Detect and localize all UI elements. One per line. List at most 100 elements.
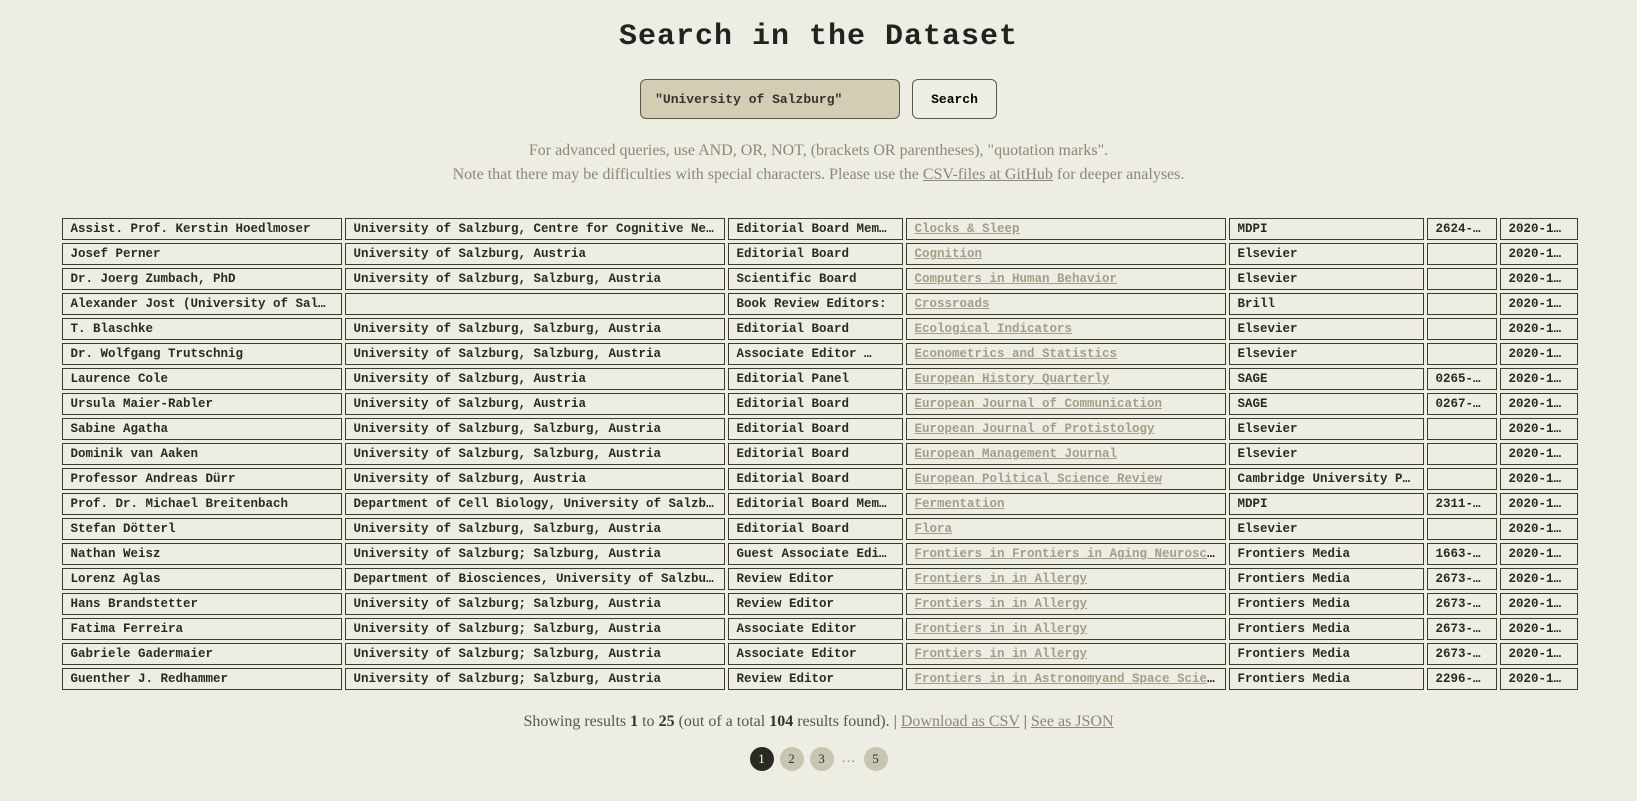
results-table: Assist. Prof. Kerstin Hoedlmoser Universi…: [59, 215, 1581, 693]
affiliation-cell: [345, 293, 725, 315]
csv-github-link[interactable]: CSV-files at GitHub: [923, 166, 1053, 183]
summary-total: 104: [769, 713, 793, 730]
affiliation-cell: University of Salzburg; Salzburg, Austri…: [345, 593, 725, 615]
publisher-cell: Elsevier: [1229, 443, 1424, 465]
date-cell: 2020-12-14: [1500, 468, 1578, 490]
page-5-button[interactable]: 5: [864, 747, 888, 771]
journal-link[interactable]: European Journal of Protistology: [915, 422, 1155, 436]
affiliation-cell: University of Salzburg, Salzburg, Austri…: [345, 343, 725, 365]
page-3-button[interactable]: 3: [810, 747, 834, 771]
table-row: Fatima FerreiraUniversity of Salzburg; S…: [62, 618, 1578, 640]
date-cell: 2020-12-16: [1500, 443, 1578, 465]
affiliation-cell: Department of Biosciences, University of…: [345, 568, 725, 590]
editor-cell: Guenther J. Redhammer: [62, 668, 342, 690]
affiliation-cell: University of Salzburg; Salzburg, Austri…: [345, 618, 725, 640]
editor-cell: Gabriele Gadermaier: [62, 643, 342, 665]
publisher-cell: Elsevier: [1229, 343, 1424, 365]
journal-cell: European History Quarterly: [906, 368, 1226, 390]
hints-line2a: Note that there may be difficulties with…: [453, 166, 923, 183]
issn-cell: [1427, 443, 1497, 465]
editor-cell: Ursula Maier-Rabler: [62, 393, 342, 415]
journal-link[interactable]: Frontiers in in Allergy: [915, 597, 1088, 611]
publisher-cell: Elsevier: [1229, 318, 1424, 340]
summary-mid2: (out of a total: [675, 713, 770, 730]
issn-cell: [1427, 318, 1497, 340]
journal-cell: Ecological Indicators: [906, 318, 1226, 340]
issn-cell: 2673-6101: [1427, 593, 1497, 615]
journal-link[interactable]: Frontiers in in Astronomyand Space Scien…: [915, 672, 1226, 686]
see-json-link[interactable]: See as JSON: [1031, 713, 1114, 730]
date-cell: 2020-12-21: [1500, 643, 1578, 665]
journal-cell: European Political Science Review: [906, 468, 1226, 490]
affiliation-cell: University of Salzburg, Austria: [345, 468, 725, 490]
table-row: Hans BrandstetterUniversity of Salzburg;…: [62, 593, 1578, 615]
page-1-button[interactable]: 1: [750, 747, 774, 771]
journal-cell: Frontiers in in Allergy: [906, 593, 1226, 615]
table-row: Professor Andreas DürrUniversity of Salz…: [62, 468, 1578, 490]
table-row: Guenther J. RedhammerUniversity of Salzb…: [62, 668, 1578, 690]
download-csv-link[interactable]: Download as CSV: [901, 713, 1020, 730]
search-button[interactable]: Search: [912, 79, 997, 119]
search-input[interactable]: [640, 79, 900, 119]
editor-cell: Prof. Dr. Michael Breitenbach: [62, 493, 342, 515]
journal-link[interactable]: Crossroads: [915, 297, 990, 311]
table-row: Sabine AgathaUniversity of Salzburg, Sal…: [62, 418, 1578, 440]
journal-link[interactable]: European Journal of Communication: [915, 397, 1163, 411]
journal-link[interactable]: Fermentation: [915, 497, 1005, 511]
affiliation-cell: University of Salzburg, Salzburg, Austri…: [345, 318, 725, 340]
journal-cell: Econometrics and Statistics: [906, 343, 1226, 365]
publisher-cell: SAGE: [1229, 368, 1424, 390]
editor-cell: Assist. Prof. Kerstin Hoedlmoser: [62, 218, 342, 240]
date-cell: 2020-12-21: [1500, 618, 1578, 640]
journal-cell: European Journal of Communication: [906, 393, 1226, 415]
journal-cell: Frontiers in in Allergy: [906, 618, 1226, 640]
role-cell: Editorial Panel: [728, 368, 903, 390]
summary-suffix: results found). |: [793, 713, 901, 730]
table-row: Prof. Dr. Michael BreitenbachDepartment …: [62, 493, 1578, 515]
issn-cell: 0265-6914: [1427, 368, 1497, 390]
role-cell: Associate Editor: [728, 643, 903, 665]
journal-link[interactable]: Frontiers in in Allergy: [915, 622, 1088, 636]
publisher-cell: Frontiers Media: [1229, 568, 1424, 590]
journal-link[interactable]: European Political Science Review: [915, 472, 1163, 486]
journal-link[interactable]: Frontiers in in Allergy: [915, 572, 1088, 586]
editor-cell: Alexander Jost (University of Salzburg: [62, 293, 342, 315]
table-row: Dr. Joerg Zumbach, PhDUniversity of Salz…: [62, 268, 1578, 290]
publisher-cell: Elsevier: [1229, 418, 1424, 440]
journal-link[interactable]: Frontiers in in Allergy: [915, 647, 1088, 661]
issn-cell: 2673-6101: [1427, 643, 1497, 665]
journal-link[interactable]: Flora: [915, 522, 953, 536]
journal-link[interactable]: Econometrics and Statistics: [915, 347, 1118, 361]
role-cell: Editorial Board Members: [728, 218, 903, 240]
issn-cell: [1427, 343, 1497, 365]
publisher-cell: SAGE: [1229, 393, 1424, 415]
table-row: Gabriele GadermaierUniversity of Salzbur…: [62, 643, 1578, 665]
issn-cell: 2673-6101: [1427, 618, 1497, 640]
editor-cell: Stefan Dötterl: [62, 518, 342, 540]
table-row: Dominik van AakenUniversity of Salzburg,…: [62, 443, 1578, 465]
journal-link[interactable]: Cognition: [915, 247, 983, 261]
issn-cell: 2311-5637: [1427, 493, 1497, 515]
journal-link[interactable]: Clocks & Sleep: [915, 222, 1020, 236]
role-cell: Editorial Board: [728, 468, 903, 490]
role-cell: Associate Editor …: [728, 343, 903, 365]
journal-link[interactable]: European Management Journal: [915, 447, 1118, 461]
role-cell: Editorial Board: [728, 418, 903, 440]
journal-link[interactable]: European History Quarterly: [915, 372, 1110, 386]
journal-link[interactable]: Frontiers in Frontiers in Aging Neurosci…: [915, 547, 1226, 561]
editor-cell: Nathan Weisz: [62, 543, 342, 565]
publisher-cell: Frontiers Media: [1229, 668, 1424, 690]
editor-cell: Dr. Joerg Zumbach, PhD: [62, 268, 342, 290]
journal-link[interactable]: Ecological Indicators: [915, 322, 1073, 336]
publisher-cell: Elsevier: [1229, 268, 1424, 290]
table-row: Laurence ColeUniversity of Salzburg, Aus…: [62, 368, 1578, 390]
date-cell: 2020-12-15: [1500, 318, 1578, 340]
issn-cell: [1427, 518, 1497, 540]
editor-cell: Lorenz Aglas: [62, 568, 342, 590]
page-2-button[interactable]: 2: [780, 747, 804, 771]
page-ellipsis: …: [840, 751, 858, 767]
date-cell: 2020-12-14: [1500, 393, 1578, 415]
journal-cell: European Journal of Protistology: [906, 418, 1226, 440]
issn-cell: 1663-4365: [1427, 543, 1497, 565]
journal-link[interactable]: Computers in Human Behavior: [915, 272, 1118, 286]
